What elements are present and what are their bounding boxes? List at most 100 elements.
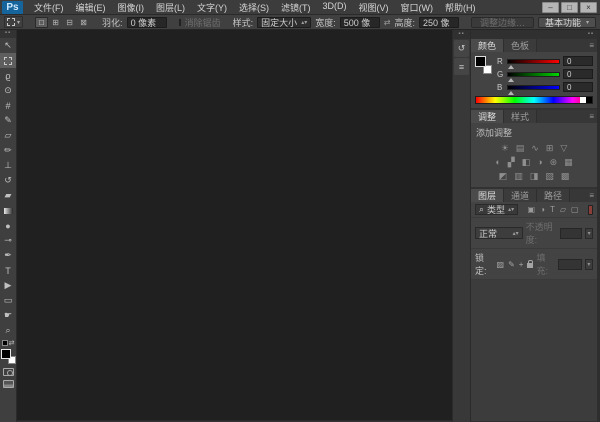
dock-collapse-handle[interactable]: ▪▪ (471, 30, 597, 39)
lock-image-pixels-icon[interactable]: ✎ (508, 260, 515, 269)
quick-selection-tool[interactable]: ⊙ (0, 83, 16, 98)
photo-filter-icon[interactable]: ◑ (537, 157, 542, 167)
menu-item-10[interactable]: 帮助(H) (440, 0, 481, 15)
black-white-icon[interactable]: ◧ (522, 157, 531, 168)
channel-slider-R[interactable] (507, 58, 560, 69)
color-spectrum-ramp[interactable] (475, 96, 593, 104)
eyedropper-tool[interactable]: ✎ (0, 113, 16, 128)
menu-item-3[interactable]: 图层(L) (151, 0, 190, 15)
intersect-selection-button[interactable]: ⊠ (77, 17, 90, 28)
crop-tool[interactable]: # (0, 98, 16, 113)
lock-transparent-pixels-icon[interactable]: ▨ (497, 260, 505, 269)
posterize-icon[interactable]: ▥ (514, 171, 523, 182)
invert-icon[interactable]: ◩ (499, 171, 508, 182)
adjustments-tab-样式[interactable]: 样式 (504, 110, 538, 123)
minimize-button[interactable]: – (542, 1, 559, 13)
tool-preset-picker[interactable]: ▾ (4, 16, 24, 28)
lasso-tool[interactable]: ϱ (0, 68, 16, 83)
panel-color-swatches[interactable] (475, 56, 493, 74)
menu-item-6[interactable]: 滤镜(T) (276, 0, 316, 15)
style-dropdown[interactable]: 固定大小 ▴▾ (257, 16, 312, 28)
threshold-icon[interactable]: ◨ (530, 171, 539, 182)
properties-panel-icon[interactable]: ≡ (454, 58, 469, 75)
feather-input[interactable]: 0 像素 (126, 16, 167, 28)
close-button[interactable]: × (580, 1, 597, 13)
black-swatch[interactable] (586, 97, 592, 103)
gradient-map-icon[interactable]: ▧ (545, 171, 554, 182)
brush-tool[interactable]: ✏ (0, 143, 16, 158)
channel-value-B[interactable]: 0 (563, 82, 593, 92)
menu-item-5[interactable]: 选择(S) (234, 0, 274, 15)
subtract-from-selection-button[interactable]: ⊟ (63, 17, 76, 28)
channel-slider-B[interactable] (507, 84, 560, 95)
menu-item-4[interactable]: 文字(Y) (192, 0, 232, 15)
filter-smart-objects-icon[interactable]: ▢ (571, 205, 579, 214)
filter-on-off-toggle[interactable] (588, 204, 593, 215)
gradient-tool[interactable] (0, 203, 16, 218)
layers-tab-图层[interactable]: 图层 (471, 189, 505, 202)
menu-item-1[interactable]: 编辑(E) (71, 0, 111, 15)
workspace-switcher[interactable]: 基本功能 ▾ (537, 16, 597, 28)
new-selection-button[interactable]: □ (35, 16, 49, 28)
color-lookup-icon[interactable]: ▦ (564, 157, 573, 168)
adjustments-panel-menu-icon[interactable]: ≡ (589, 112, 597, 121)
menu-item-7[interactable]: 3D(D) (318, 0, 352, 15)
foreground-background-swatches[interactable] (0, 349, 16, 364)
filter-shape-layers-icon[interactable]: ▱ (560, 205, 566, 214)
color-panel-menu-icon[interactable]: ≡ (589, 41, 597, 50)
history-panel-icon[interactable]: ↺ (454, 40, 469, 57)
curves-icon[interactable]: ∿ (531, 143, 539, 154)
channel-slider-thumb[interactable] (508, 64, 514, 69)
layers-panel-menu-icon[interactable]: ≡ (589, 191, 597, 200)
channel-value-R[interactable]: 0 (563, 56, 593, 66)
quick-mask-button[interactable] (2, 368, 14, 376)
channel-slider-thumb[interactable] (508, 77, 514, 82)
toolbar-collapse-handle[interactable]: ▪▪ (0, 30, 16, 38)
channel-mixer-icon[interactable]: ⊛ (550, 157, 558, 168)
maximize-button[interactable]: □ (561, 1, 578, 13)
dodge-tool[interactable]: ⊸ (0, 233, 16, 248)
hand-tool[interactable]: ☛ (0, 308, 16, 323)
channel-slider-thumb[interactable] (508, 90, 514, 95)
selective-color-icon[interactable]: ▩ (561, 171, 570, 182)
adjustments-tab-调整[interactable]: 调整 (471, 110, 505, 123)
vibrance-icon[interactable]: ▽ (560, 143, 567, 154)
move-tool[interactable]: ↖ (0, 38, 16, 53)
pen-tool[interactable]: ✒ (0, 248, 16, 263)
fill-dropdown-button[interactable]: ▾ (584, 258, 593, 270)
brightness-contrast-icon[interactable]: ☀ (501, 143, 509, 154)
default-colors-icon[interactable] (1, 340, 8, 346)
color-tab-色板[interactable]: 色板 (504, 39, 538, 52)
filter-adjustment-layers-icon[interactable]: ◑ (540, 205, 545, 214)
filter-pixel-layers-icon[interactable]: ▣ (528, 205, 536, 214)
menu-item-8[interactable]: 视图(V) (354, 0, 394, 15)
lock-position-icon[interactable]: + (519, 260, 524, 269)
icon-dock-collapse-handle[interactable]: ▪▪ (453, 30, 470, 39)
blend-mode-dropdown[interactable]: 正常 ▴▾ (475, 227, 523, 239)
antialias-checkbox[interactable] (178, 18, 181, 26)
menu-item-9[interactable]: 窗口(W) (396, 0, 439, 15)
type-tool[interactable]: T (0, 263, 16, 278)
hue-saturation-icon[interactable]: ◐ (495, 157, 500, 167)
fill-value[interactable] (558, 258, 582, 270)
blur-tool[interactable]: ● (0, 218, 16, 233)
swap-colors-icon[interactable]: ⇄ (9, 339, 15, 347)
screen-mode-button[interactable] (2, 380, 14, 388)
history-brush-tool[interactable]: ↺ (0, 173, 16, 188)
opacity-value[interactable] (560, 227, 583, 239)
eraser-tool[interactable]: ▰ (0, 188, 16, 203)
channel-slider-G[interactable] (507, 71, 560, 82)
path-selection-tool[interactable]: ▶ (0, 278, 16, 293)
add-to-selection-button[interactable]: ⊞ (49, 17, 62, 28)
height-input[interactable]: 250 像 (418, 16, 459, 28)
color-tab-颜色[interactable]: 颜色 (471, 39, 505, 52)
menu-item-2[interactable]: 图像(I) (113, 0, 150, 15)
channel-value-G[interactable]: 0 (563, 69, 593, 79)
layers-list[interactable] (471, 280, 597, 422)
refine-edge-button[interactable]: 调整边缘… (470, 16, 534, 28)
menu-item-0[interactable]: 文件(F) (29, 0, 69, 15)
filter-kind-dropdown[interactable]: ⌕ 类型 ▴▾ (475, 204, 519, 215)
rectangle-tool[interactable]: ▭ (0, 293, 16, 308)
layers-tab-路径[interactable]: 路径 (537, 189, 571, 202)
lock-all-icon[interactable] (527, 260, 534, 268)
